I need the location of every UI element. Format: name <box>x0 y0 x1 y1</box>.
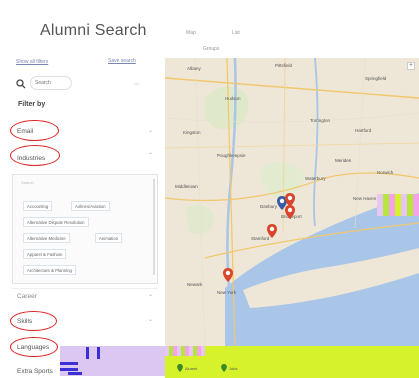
industry-chip[interactable]: Architecture & Planning <box>23 265 76 275</box>
map-pin-icon[interactable] <box>267 224 277 238</box>
industry-chip[interactable]: Airlines/Aviation <box>71 201 110 211</box>
page-title: Alumni Search <box>40 22 147 39</box>
industry-chip[interactable]: Animation <box>95 233 123 243</box>
glitch-overlay <box>377 194 419 216</box>
map-label-newhaven: New Haven <box>353 196 377 201</box>
map-label-albany: Albany <box>187 66 201 71</box>
glitch-overlay <box>97 347 100 359</box>
map-pin-icon[interactable] <box>223 268 233 282</box>
highlight-circle <box>10 311 57 331</box>
industries-panel: Search Accounting Airlines/Aviation Alte… <box>12 174 158 284</box>
legend-alumni[interactable]: Alumni <box>177 364 197 372</box>
map-pin-icon[interactable] <box>285 205 295 219</box>
industry-chip[interactable]: Alternative Dispute Resolution <box>23 217 89 227</box>
map-label-springfield: Springfield <box>365 76 387 81</box>
chevron-down-icon[interactable]: ⌄ <box>148 291 153 298</box>
filter-by-heading: Filter by <box>18 101 46 108</box>
map-label-waterbury: Waterbury <box>305 176 326 181</box>
highlight-circle <box>10 337 58 357</box>
header: Alumni Search Map List Groups <box>0 0 419 58</box>
search-icon <box>16 79 26 89</box>
show-all-filters-link[interactable]: Show all filters <box>16 59 48 65</box>
map-label-newark: Newark <box>187 282 203 287</box>
map-label-kingston: Kingston <box>183 130 201 135</box>
map-label-hartford: Hartford <box>355 128 372 133</box>
highlight-circle <box>10 145 60 166</box>
chevron-up-icon[interactable]: ⌃ <box>148 152 153 159</box>
map-label-newyork: New York <box>217 290 237 295</box>
map-label-poughkeepsie: Poughkeepsie <box>217 153 246 158</box>
industries-search-input[interactable]: Search <box>21 180 71 189</box>
chevron-down-icon[interactable]: ⌄ <box>148 127 153 134</box>
legend-label: Jobs <box>229 365 238 371</box>
glitch-overlay <box>165 346 205 356</box>
industry-chip[interactable]: Apparel & Fashion <box>23 249 67 259</box>
map-pin-icon <box>221 364 227 372</box>
save-search-link[interactable]: Save search <box>108 58 136 64</box>
map-label-middletown: Middletown <box>175 184 198 189</box>
map[interactable]: Albany Pittsfield Springfield Hudson Tor… <box>165 58 419 346</box>
map-label-danbury: Danbury <box>260 204 278 209</box>
map-legend-bar: Alumni Jobs <box>165 346 419 378</box>
chevron-down-icon[interactable]: ⌄ <box>148 316 153 323</box>
divider <box>12 288 158 289</box>
tab-groups[interactable]: Groups <box>203 46 219 52</box>
industries-scrollbar[interactable] <box>153 179 155 275</box>
map-label-pittsfield: Pittsfield <box>275 63 293 68</box>
map-label-norwich: Norwich <box>377 170 394 175</box>
filter-extra-sports[interactable]: Extra Sports <box>17 368 53 375</box>
search-go-button[interactable]: Go <box>134 81 139 86</box>
zoom-in-button[interactable]: + <box>407 62 415 70</box>
legend-jobs[interactable]: Jobs <box>221 364 237 372</box>
glitch-overlay <box>60 368 78 371</box>
legend-label: Alumni <box>185 365 198 371</box>
highlight-circle <box>10 120 59 141</box>
map-pin-icon <box>177 364 183 372</box>
industry-chip[interactable]: Accounting <box>23 201 53 211</box>
glitch-overlay <box>86 347 89 359</box>
glitch-overlay <box>68 372 82 375</box>
filter-career[interactable]: Career <box>17 293 37 300</box>
tab-map[interactable]: Map <box>186 30 196 36</box>
search-input[interactable] <box>30 76 72 90</box>
map-label-hudson: Hudson <box>225 96 241 101</box>
industry-chip[interactable]: Alternative Medicine <box>23 233 70 243</box>
map-label-torrington: Torrington <box>310 118 331 123</box>
tab-list[interactable]: List <box>232 30 240 36</box>
map-label-meriden: Meriden <box>335 158 352 163</box>
glitch-overlay <box>60 362 78 365</box>
